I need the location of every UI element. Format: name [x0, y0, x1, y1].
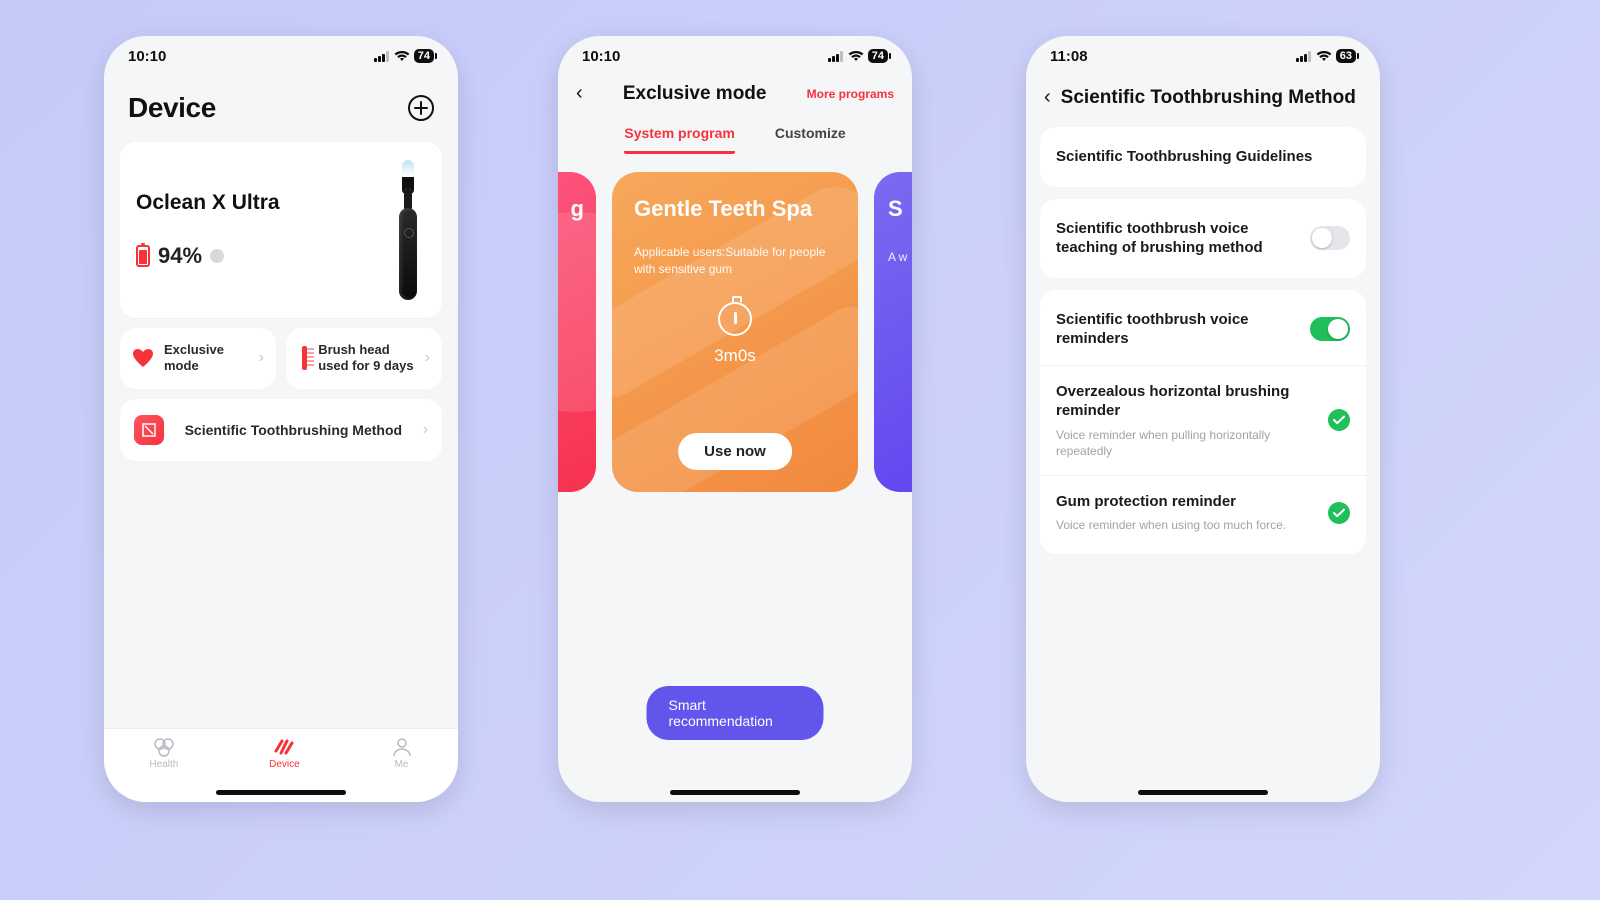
tab-label: Me [395, 759, 409, 770]
cellular-icon [1296, 51, 1312, 62]
mode-tabs: System program Customize [558, 125, 912, 154]
row-label: Scientific Toothbrushing Guidelines [1056, 147, 1350, 167]
tab-system-program[interactable]: System program [624, 125, 734, 154]
row-label: Scientific Toothbrushing Method [176, 422, 411, 438]
tab-device[interactable]: Device [269, 737, 300, 770]
tab-label: Health [149, 759, 178, 770]
scientific-method-screen: 11:08 63 ‹ Scientific Toothbrushing Meth… [1026, 36, 1380, 802]
status-right: 63 [1296, 49, 1356, 63]
method-icon [134, 415, 164, 445]
battery-badge: 74 [868, 49, 888, 63]
device-screen: 10:10 74 Device Oclean X Ultra 94% [104, 36, 458, 802]
voice-reminders-row: Scientific toothbrush voice reminders [1040, 294, 1366, 365]
tab-health[interactable]: Health [149, 737, 178, 770]
navbar: ‹ Scientific Toothbrushing Method [1026, 76, 1380, 127]
wifi-icon [1316, 50, 1332, 62]
heart-icon [132, 348, 154, 368]
status-time: 11:08 [1050, 48, 1088, 65]
battery-icon [136, 245, 150, 267]
program-card-next[interactable]: S A w [874, 172, 912, 492]
use-now-button[interactable]: Use now [678, 433, 792, 470]
program-title: Gentle Teeth Spa [634, 196, 836, 222]
wifi-icon [394, 50, 410, 62]
status-bar: 11:08 63 [1026, 36, 1380, 76]
status-bar: 10:10 74 [104, 36, 458, 76]
status-right: 74 [828, 49, 888, 63]
smart-recommendation-button[interactable]: Smart recommendation [647, 686, 824, 740]
check-icon [1328, 409, 1350, 431]
device-card[interactable]: Oclean X Ultra 94% [120, 142, 442, 318]
status-time: 10:10 [582, 48, 620, 65]
tab-me[interactable]: Me [391, 737, 413, 770]
next-sub-peek: A w [888, 250, 907, 264]
toothbrush-image [390, 160, 426, 300]
gum-protection-row[interactable]: Gum protection reminder Voice reminder w… [1040, 475, 1366, 550]
program-carousel[interactable]: g Gentle Teeth Spa Applicable users:Suit… [558, 172, 912, 512]
exclusive-mode-screen: 10:10 74 ‹ Exclusive mode More programs … [558, 36, 912, 802]
timer-icon [718, 302, 752, 336]
brush-head-icon [298, 346, 308, 370]
horizontal-reminder-row[interactable]: Overzealous horizontal brushing reminder… [1040, 365, 1366, 475]
exclusive-mode-card[interactable]: Exclusive mode › [120, 328, 276, 389]
row-label: Scientific toothbrush voice teaching of … [1056, 219, 1298, 258]
guidelines-group: Scientific Toothbrushing Guidelines [1040, 127, 1366, 187]
voice-teaching-row: Scientific toothbrush voice teaching of … [1040, 203, 1366, 274]
chevron-right-icon: › [423, 421, 428, 439]
cellular-icon [828, 51, 844, 62]
page-header: Device [104, 76, 458, 132]
device-battery: 94% [136, 243, 280, 269]
battery-percent: 94% [158, 243, 202, 269]
prev-title-peek: g [571, 196, 584, 222]
program-subtitle: Applicable users:Suitable for people wit… [634, 244, 836, 278]
guidelines-row[interactable]: Scientific Toothbrushing Guidelines [1040, 131, 1366, 183]
voice-reminders-group: Scientific toothbrush voice reminders Ov… [1040, 290, 1366, 554]
program-card-prev[interactable]: g [558, 172, 596, 492]
chevron-right-icon: › [425, 349, 430, 367]
back-button[interactable]: ‹ [1044, 86, 1051, 109]
program-card-current[interactable]: Gentle Teeth Spa Applicable users:Suitab… [612, 172, 858, 492]
voice-teaching-group: Scientific toothbrush voice teaching of … [1040, 199, 1366, 278]
program-duration: 3m0s [714, 346, 756, 366]
voice-teaching-toggle[interactable] [1310, 226, 1350, 250]
row-label: Overzealous horizontal brushing reminder [1056, 382, 1316, 421]
next-title-peek: S [888, 196, 903, 222]
status-bar: 10:10 74 [558, 36, 912, 76]
chevron-right-icon: › [259, 349, 264, 367]
page-title: Device [128, 92, 216, 124]
check-icon [1328, 502, 1350, 524]
wifi-icon [848, 50, 864, 62]
tab-label: Device [269, 759, 300, 770]
add-device-button[interactable] [408, 95, 434, 121]
navbar: ‹ Exclusive mode More programs [558, 76, 912, 105]
more-programs-link[interactable]: More programs [807, 87, 894, 101]
row-label: Gum protection reminder [1056, 492, 1316, 512]
back-button[interactable]: ‹ [576, 82, 583, 105]
brush-head-card[interactable]: Brush head used for 9 days › [286, 328, 442, 389]
row-sublabel: Voice reminder when pulling horizontally… [1056, 427, 1316, 459]
info-icon[interactable] [210, 249, 224, 263]
card-label: Exclusive mode [164, 342, 249, 375]
device-name: Oclean X Ultra [136, 191, 280, 215]
tab-customize[interactable]: Customize [775, 125, 846, 154]
navbar-title: Exclusive mode [597, 83, 793, 105]
navbar-title: Scientific Toothbrushing Method [1061, 87, 1356, 109]
status-time: 10:10 [128, 48, 166, 65]
scientific-method-row[interactable]: Scientific Toothbrushing Method › [120, 399, 442, 461]
voice-reminders-toggle[interactable] [1310, 317, 1350, 341]
battery-badge: 63 [1336, 49, 1356, 63]
card-label: Brush head used for 9 days [318, 342, 414, 375]
status-right: 74 [374, 49, 434, 63]
row-label: Scientific toothbrush voice reminders [1056, 310, 1298, 349]
cellular-icon [374, 51, 390, 62]
program-timer: 3m0s [634, 302, 836, 366]
battery-badge: 74 [414, 49, 434, 63]
home-indicator [670, 790, 800, 795]
home-indicator [1138, 790, 1268, 795]
home-indicator [216, 790, 346, 795]
row-sublabel: Voice reminder when using too much force… [1056, 517, 1316, 533]
